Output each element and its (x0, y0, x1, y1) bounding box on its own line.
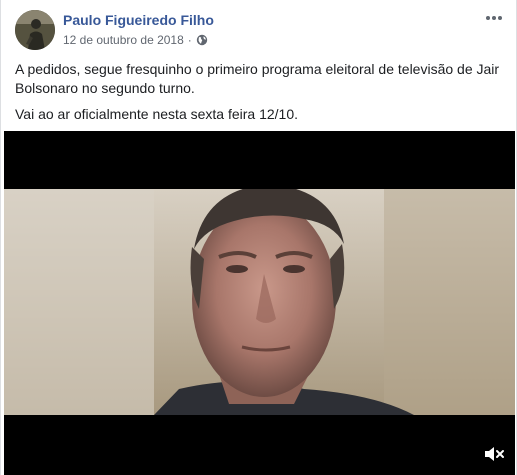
author-avatar[interactable] (15, 10, 55, 50)
globe-icon (196, 34, 208, 46)
avatar-image (15, 10, 55, 50)
meta-separator: · (187, 33, 192, 47)
video-frame[interactable] (4, 189, 515, 415)
post-meta: 12 de outubro de 2018 · (63, 33, 208, 47)
author-name[interactable]: Paulo Figueiredo Filho (63, 12, 214, 28)
volume-muted-icon[interactable] (483, 445, 505, 463)
post-header: Paulo Figueiredo Filho 12 de outubro de … (1, 0, 516, 56)
facebook-post: Paulo Figueiredo Filho 12 de outubro de … (0, 0, 517, 475)
post-paragraph-1: A pedidos, segue fresquinho o primeiro p… (15, 61, 500, 96)
post-text: A pedidos, segue fresquinho o primeiro p… (15, 60, 505, 131)
video-still-image (4, 189, 515, 415)
video-player[interactable] (4, 131, 515, 475)
more-options-icon[interactable] (482, 8, 506, 28)
post-paragraph-2: Vai ao ar oficialmente nesta sexta feira… (15, 106, 299, 122)
post-date[interactable]: 12 de outubro de 2018 (63, 33, 184, 47)
